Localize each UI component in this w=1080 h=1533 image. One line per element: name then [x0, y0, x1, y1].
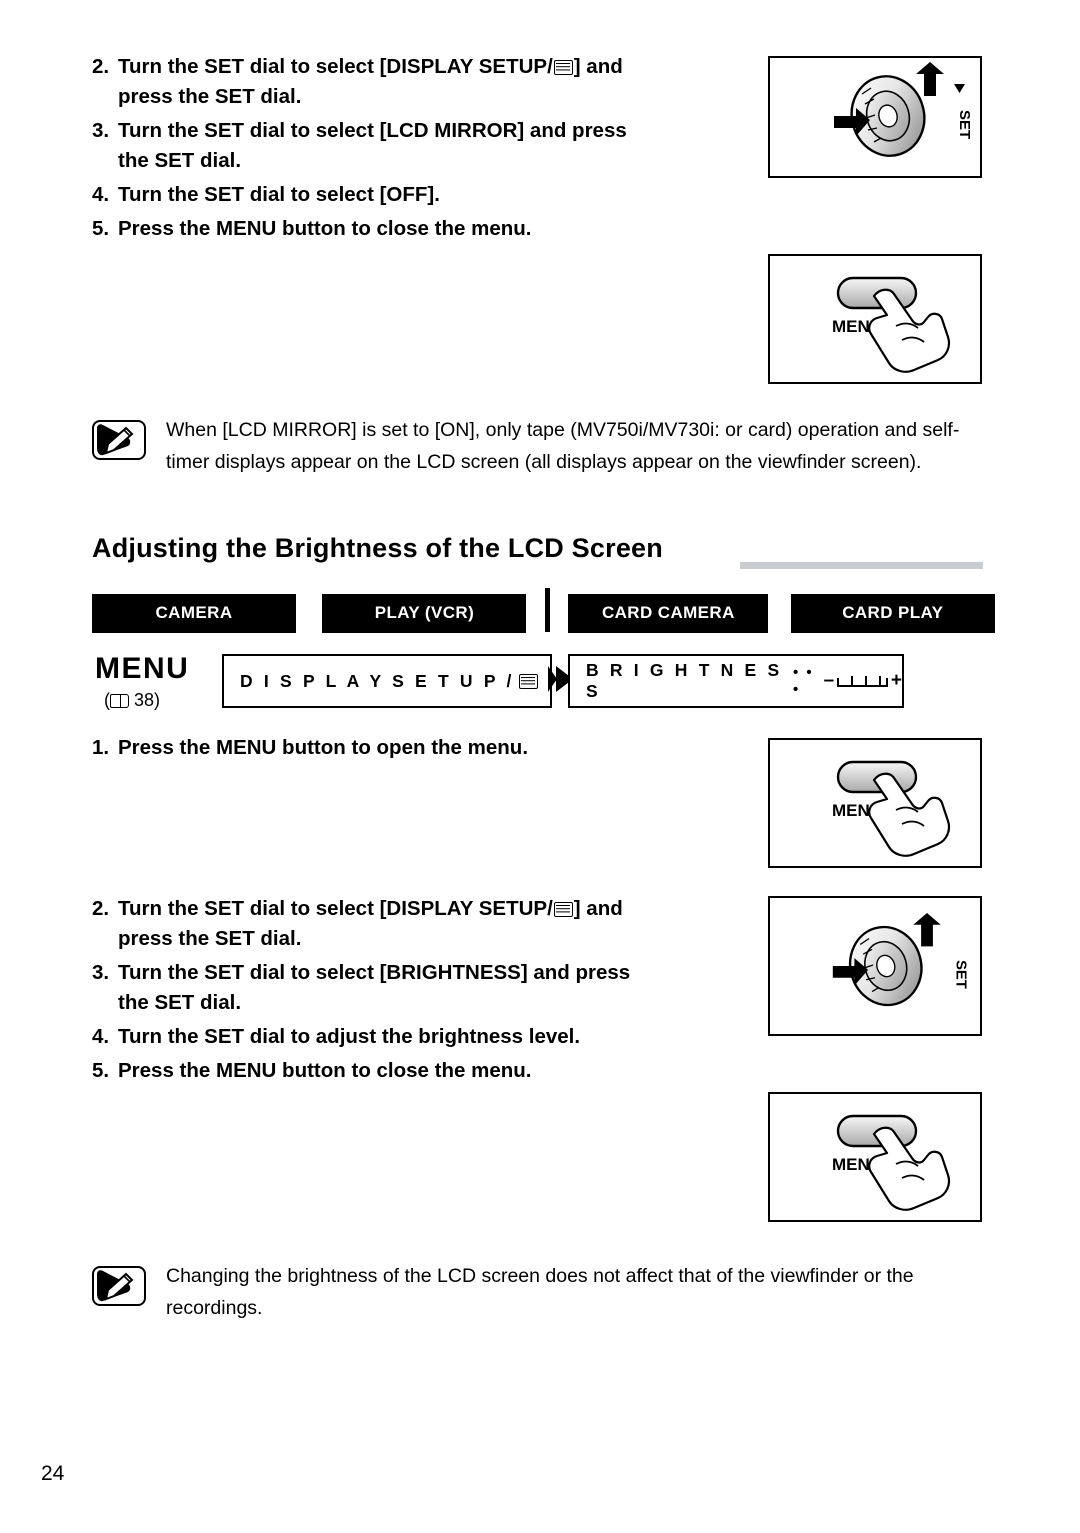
menu-label: MENU: [95, 652, 190, 685]
step-item: 3. Turn the SET dial to select [LCD MIRR…: [92, 116, 752, 176]
illustration-menu-button-close: MENU: [768, 1092, 982, 1222]
brightness-scale: • • • – +: [793, 664, 902, 698]
step-item: 3. Turn the SET dial to select [BRIGHTNE…: [92, 958, 752, 1018]
step-number: 3.: [92, 119, 110, 142]
menu-page-number: 38: [134, 690, 155, 710]
step-text-line2: press the SET dial.: [118, 927, 302, 950]
osd-minus: –: [823, 670, 835, 691]
step-text: Press the MENU button to close the menu.: [118, 217, 532, 240]
set-dial-label: SET: [952, 960, 968, 989]
mode-play-vcr: PLAY (VCR): [322, 594, 527, 633]
notepad-pencil-icon: [97, 424, 134, 456]
step-item: 2. Turn the SET dial to select [DISPLAY …: [92, 894, 752, 954]
step-number: 5.: [92, 1059, 110, 1082]
step-number: 2.: [92, 897, 110, 920]
step-text-line2: the SET dial.: [118, 991, 242, 1014]
notepad-pencil-icon: [97, 1270, 134, 1302]
menu-page-reference: ( 38): [104, 690, 161, 710]
step-text: Turn the SET dial to select [DISPLAY SET…: [118, 55, 553, 78]
step-text: Turn the SET dial to adjust the brightne…: [118, 1025, 581, 1048]
illustration-set-dial-bottom: SET: [768, 896, 982, 1036]
mode-card-camera: CARD CAMERA: [568, 594, 769, 633]
note-text: Changing the brightness of the LCD scree…: [166, 1265, 914, 1319]
menu-button-drawing: MENU: [832, 1114, 951, 1211]
display-setup-icon: [553, 60, 573, 75]
mode-camera: CAMERA: [92, 594, 296, 633]
osd-dots: • • •: [792, 664, 814, 698]
display-setup-icon: [553, 902, 573, 917]
osd-display-setup-text: D I S P L A Y S E T U P /: [240, 670, 515, 691]
menu-button-drawing: MENU: [832, 760, 951, 857]
note-icon: [92, 420, 146, 460]
illustration-menu-button-top: MENU: [768, 254, 982, 384]
step-text-line2: the SET dial.: [118, 149, 242, 172]
osd-display-setup: D I S P L A Y S E T U P /: [222, 654, 552, 708]
page-title: Adjusting the Brightness of the LCD Scre…: [92, 533, 663, 563]
mode-card-play: CARD PLAY: [790, 594, 995, 633]
step-text-after: ] and: [573, 897, 623, 920]
step-text-after: ] and: [573, 55, 623, 78]
step-text-line2: press the SET dial.: [118, 85, 302, 108]
bottom-steps-list-2: 2. Turn the SET dial to select [DISPLAY …: [92, 894, 752, 1090]
step-text: Press the MENU button to open the menu.: [118, 736, 529, 759]
step-text: Turn the SET dial to select [BRIGHTNESS]…: [118, 961, 631, 984]
osd-brightness: B R I G H T N E S S • • • – +: [568, 654, 904, 708]
step-item: 1. Press the MENU button to open the men…: [92, 733, 752, 763]
step-item: 2. Turn the SET dial to select [DISPLAY …: [92, 52, 752, 112]
page-number: 24: [41, 1462, 65, 1485]
document-page: 2. Turn the SET dial to select [DISPLAY …: [0, 0, 1080, 1533]
bottom-steps-list-1: 1. Press the MENU button to open the men…: [92, 733, 752, 767]
step-number: 2.: [92, 55, 110, 78]
note-icon: [92, 1266, 146, 1306]
illustration-set-dial-top: SET: [768, 56, 982, 178]
illustration-menu-button-open: MENU: [768, 738, 982, 868]
step-text: Turn the SET dial to select [OFF].: [118, 183, 440, 206]
top-steps-list: 2. Turn the SET dial to select [DISPLAY …: [92, 52, 752, 248]
mode-divider: [544, 588, 550, 632]
step-item: 4. Turn the SET dial to select [OFF].: [92, 180, 752, 210]
step-text: Turn the SET dial to select [DISPLAY SET…: [118, 897, 553, 920]
step-number: 4.: [92, 1025, 110, 1048]
step-number: 1.: [92, 736, 110, 759]
step-item: 5. Press the MENU button to close the me…: [92, 1056, 752, 1086]
step-number: 4.: [92, 183, 110, 206]
step-item: 5. Press the MENU button to close the me…: [92, 214, 752, 244]
mode-tabs: CAMERA PLAY (VCR) CARD CAMERA CARD PLAY: [92, 588, 995, 633]
step-text: Turn the SET dial to select [LCD MIRROR]…: [118, 119, 627, 142]
step-item: 4. Turn the SET dial to adjust the brigh…: [92, 1022, 752, 1052]
heading-rule: [740, 562, 983, 569]
set-dial-drawing: SET: [834, 62, 973, 157]
note-text: When [LCD MIRROR] is set to [ON], only t…: [166, 419, 960, 473]
osd-brightness-text: B R I G H T N E S S: [586, 660, 783, 701]
step-text: Press the MENU button to close the menu.: [118, 1059, 532, 1082]
osd-plus: +: [890, 670, 902, 691]
step-number: 3.: [92, 961, 110, 984]
display-setup-icon: [518, 673, 538, 689]
set-dial-drawing: SET: [832, 913, 968, 1007]
set-dial-label: SET: [956, 110, 973, 139]
book-icon: [110, 694, 129, 708]
step-number: 5.: [92, 217, 110, 240]
menu-button-drawing: MENU: [832, 276, 951, 373]
brightness-scale-bar: [837, 675, 888, 687]
